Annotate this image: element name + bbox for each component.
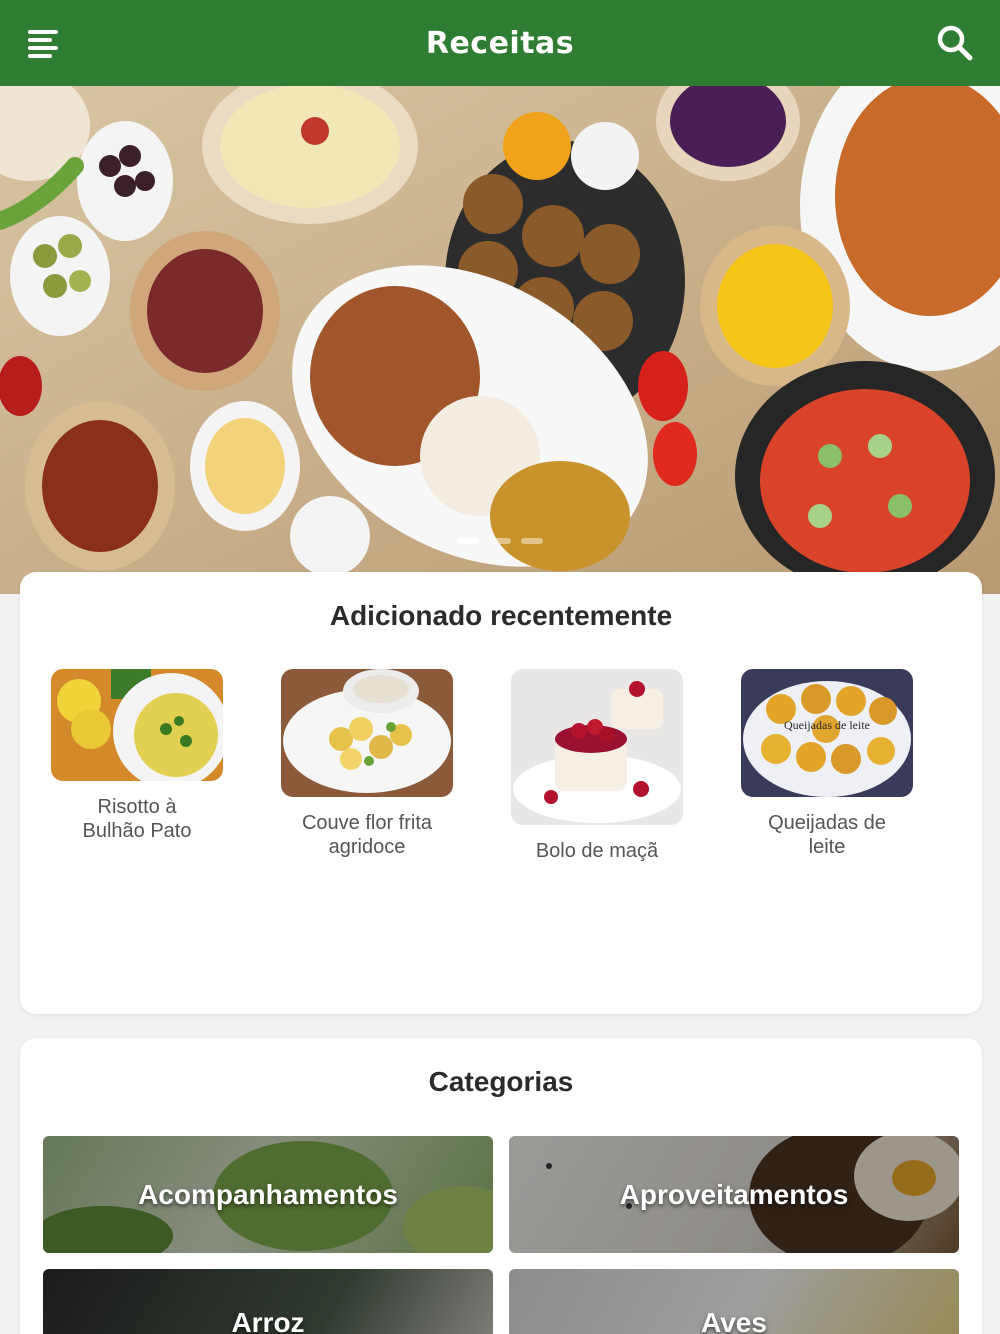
menu-icon-line: [28, 38, 52, 42]
recipe-name: Bolo de maçã: [535, 840, 659, 862]
search-icon: [937, 25, 973, 61]
recipe-name: Risotto à Bulhão Pato: [82, 796, 192, 842]
carousel-dot[interactable]: [457, 538, 479, 544]
category-tile-aproveitamentos[interactable]: Aproveitamentos: [509, 1136, 959, 1253]
recipe-thumbnail: [51, 669, 223, 781]
app-bar: Receitas: [0, 0, 1000, 86]
recipe-card[interactable]: Queijadas de leite Queijadas de leite: [741, 669, 913, 859]
recipe-image: Queijadas de leite: [741, 669, 913, 797]
recipe-thumbnail: [281, 669, 453, 797]
carousel-indicator: [0, 538, 1000, 544]
hero-food-image: [0, 86, 1000, 594]
recipe-image: [51, 669, 223, 781]
category-tile-aves[interactable]: Aves: [509, 1269, 959, 1334]
carousel-dot[interactable]: [521, 538, 543, 544]
category-label: Acompanhamentos: [138, 1178, 398, 1210]
category-label: Arroz: [231, 1307, 305, 1334]
recent-list: Risotto à Bulhão Pato Couve flor frita a…: [50, 669, 950, 889]
recent-section: Adicionado recentemente Risotto à Bulhão…: [20, 572, 982, 1014]
search-button[interactable]: [934, 22, 976, 64]
recipe-card[interactable]: Bolo de maçã: [511, 669, 683, 863]
menu-icon: [28, 30, 58, 34]
recipe-thumbnail: [511, 669, 683, 825]
hero-banner[interactable]: [0, 86, 1000, 594]
category-label: Aves: [701, 1307, 767, 1334]
recipe-thumbnail: Queijadas de leite: [741, 669, 913, 797]
recent-section-title: Adicionado recentemente: [329, 600, 673, 631]
recipe-name: Queijadas de leite: [768, 812, 886, 858]
recipe-card[interactable]: Couve flor frita agridoce: [281, 669, 453, 859]
recipe-name: Couve flor frita agridoce: [301, 812, 433, 858]
menu-icon-line: [28, 46, 58, 50]
recipe-image: [511, 669, 683, 825]
categories-section: Categorias Acompanhamentos Aproveitament…: [20, 1038, 982, 1334]
category-tile-acompanhamentos[interactable]: Acompanhamentos: [43, 1136, 493, 1253]
category-tile-arroz[interactable]: Arroz: [43, 1269, 493, 1334]
category-label: Aproveitamentos: [619, 1178, 849, 1210]
page-title: Receitas: [425, 25, 575, 61]
menu-button[interactable]: [24, 26, 64, 62]
recipe-card[interactable]: Risotto à Bulhão Pato: [51, 669, 223, 843]
carousel-dot[interactable]: [489, 538, 511, 544]
menu-icon-line: [28, 54, 52, 58]
recipe-image: [281, 669, 453, 797]
categories-section-title: Categorias: [428, 1066, 574, 1097]
recipe-image-caption: Queijadas de leite: [784, 718, 870, 732]
